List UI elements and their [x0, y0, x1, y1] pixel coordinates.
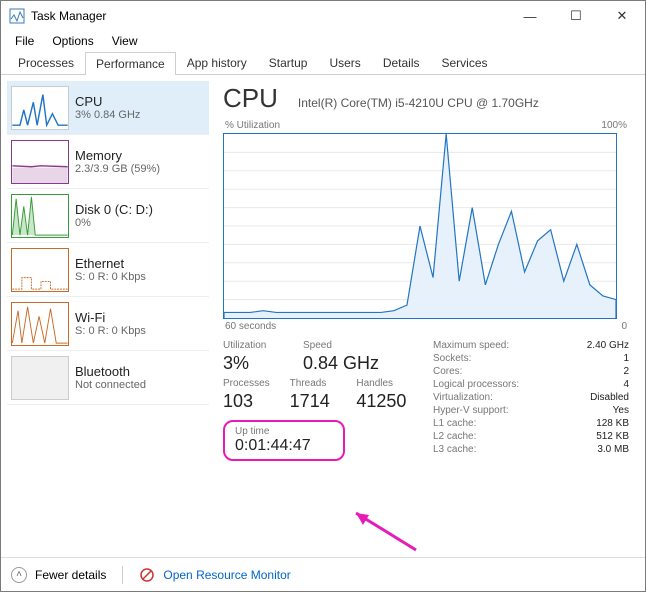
- sockets-label: Sockets:: [433, 353, 471, 364]
- memory-thumb-icon: [11, 140, 69, 184]
- footer: ˄ Fewer details Open Resource Monitor: [1, 557, 645, 591]
- sidebar-wifi-sub: S: 0 R: 0 Kbps: [75, 325, 146, 337]
- handles-label: Handles: [356, 378, 423, 389]
- l1-value: 128 KB: [596, 418, 629, 429]
- tab-bar: Processes Performance App history Startu…: [1, 51, 645, 75]
- cpu-thumb-icon: [11, 86, 69, 130]
- menu-file[interactable]: File: [7, 32, 42, 50]
- lprocs-value: 4: [623, 379, 629, 390]
- cpu-utilization-graph: [223, 133, 617, 319]
- fewer-details-button[interactable]: Fewer details: [35, 568, 106, 582]
- sidebar-memory-label: Memory: [75, 148, 160, 163]
- lprocs-label: Logical processors:: [433, 379, 519, 390]
- utilization-label: Utilization: [223, 340, 303, 351]
- handles-value: 41250: [356, 391, 423, 412]
- processes-value: 103: [223, 391, 290, 412]
- cores-value: 2: [623, 366, 629, 377]
- graph-ylabel-right: 100%: [601, 120, 627, 131]
- tab-performance[interactable]: Performance: [85, 52, 176, 75]
- tab-processes[interactable]: Processes: [7, 51, 85, 74]
- task-manager-icon: [9, 8, 25, 24]
- ethernet-thumb-icon: [11, 248, 69, 292]
- threads-value: 1714: [290, 391, 357, 412]
- maximize-button[interactable]: ☐: [553, 1, 599, 31]
- hv-value: Yes: [613, 405, 629, 416]
- utilization-value: 3%: [223, 353, 303, 374]
- sidebar-disk-label: Disk 0 (C: D:): [75, 202, 153, 217]
- open-resource-monitor-link[interactable]: Open Resource Monitor: [163, 568, 290, 582]
- sidebar-memory-sub: 2.3/3.9 GB (59%): [75, 163, 160, 175]
- virt-value: Disabled: [590, 392, 629, 403]
- close-button[interactable]: ✕: [599, 1, 645, 31]
- tab-users[interactable]: Users: [318, 51, 371, 74]
- max-speed-value: 2.40 GHz: [587, 340, 629, 351]
- sidebar-item-bluetooth[interactable]: BluetoothNot connected: [7, 351, 209, 405]
- sidebar-ethernet-sub: S: 0 R: 0 Kbps: [75, 271, 146, 283]
- sidebar-item-cpu[interactable]: CPU3% 0.84 GHz: [7, 81, 209, 135]
- virt-label: Virtualization:: [433, 392, 493, 403]
- sidebar-ethernet-label: Ethernet: [75, 256, 146, 271]
- tab-app-history[interactable]: App history: [176, 51, 258, 74]
- speed-label: Speed: [303, 340, 383, 351]
- graph-xlabel-right: 0: [621, 321, 627, 332]
- uptime-value: 0:01:44:47: [235, 437, 333, 455]
- menu-view[interactable]: View: [104, 32, 146, 50]
- cores-label: Cores:: [433, 366, 462, 377]
- resource-monitor-icon: [139, 567, 155, 583]
- chevron-up-icon[interactable]: ˄: [11, 567, 27, 583]
- sidebar-item-wifi[interactable]: Wi-FiS: 0 R: 0 Kbps: [7, 297, 209, 351]
- sidebar-cpu-sub: 3% 0.84 GHz: [75, 109, 140, 121]
- speed-value: 0.84 GHz: [303, 353, 383, 374]
- uptime-highlight-box: Up time 0:01:44:47: [223, 420, 345, 461]
- tab-details[interactable]: Details: [372, 51, 431, 74]
- max-speed-label: Maximum speed:: [433, 340, 509, 351]
- sidebar: CPU3% 0.84 GHz Memory2.3/3.9 GB (59%) Di…: [1, 75, 215, 553]
- threads-label: Threads: [290, 378, 357, 389]
- sidebar-item-ethernet[interactable]: EthernetS: 0 R: 0 Kbps: [7, 243, 209, 297]
- disk-thumb-icon: [11, 194, 69, 238]
- page-title: CPU: [223, 83, 278, 114]
- menu-options[interactable]: Options: [44, 32, 101, 50]
- l3-value: 3.0 MB: [597, 444, 629, 455]
- sidebar-bluetooth-label: Bluetooth: [75, 364, 146, 379]
- l1-label: L1 cache:: [433, 418, 476, 429]
- main-pane: CPU Intel(R) Core(TM) i5-4210U CPU @ 1.7…: [215, 75, 645, 553]
- uptime-label: Up time: [235, 426, 333, 437]
- tab-services[interactable]: Services: [431, 51, 499, 74]
- menu-bar: File Options View: [1, 31, 645, 51]
- minimize-button[interactable]: —: [507, 1, 553, 31]
- cpu-model: Intel(R) Core(TM) i5-4210U CPU @ 1.70GHz: [298, 96, 539, 110]
- sidebar-item-disk[interactable]: Disk 0 (C: D:)0%: [7, 189, 209, 243]
- wifi-thumb-icon: [11, 302, 69, 346]
- sockets-value: 1: [623, 353, 629, 364]
- sidebar-cpu-label: CPU: [75, 94, 140, 109]
- hv-label: Hyper-V support:: [433, 405, 509, 416]
- sidebar-wifi-label: Wi-Fi: [75, 310, 146, 325]
- l3-label: L3 cache:: [433, 444, 476, 455]
- sidebar-item-memory[interactable]: Memory2.3/3.9 GB (59%): [7, 135, 209, 189]
- bluetooth-thumb-icon: [11, 356, 69, 400]
- graph-xlabel-left: 60 seconds: [225, 321, 276, 332]
- processes-label: Processes: [223, 378, 290, 389]
- separator: [122, 566, 123, 584]
- l2-value: 512 KB: [596, 431, 629, 442]
- sidebar-bluetooth-sub: Not connected: [75, 379, 146, 391]
- tab-startup[interactable]: Startup: [258, 51, 319, 74]
- title-bar: Task Manager — ☐ ✕: [1, 1, 645, 31]
- window-title: Task Manager: [31, 9, 507, 23]
- l2-label: L2 cache:: [433, 431, 476, 442]
- graph-ylabel-left: % Utilization: [225, 120, 280, 131]
- sidebar-disk-sub: 0%: [75, 217, 153, 229]
